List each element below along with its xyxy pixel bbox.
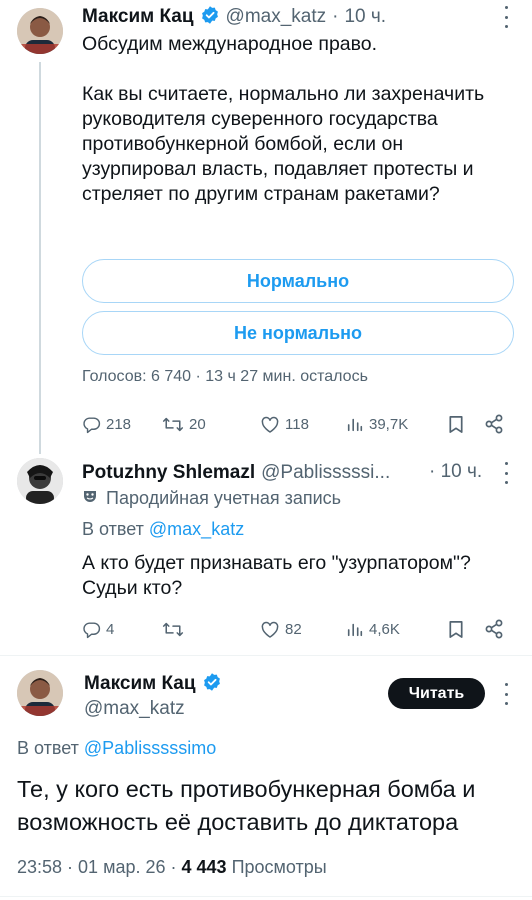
views-button[interactable]: 39,7K: [346, 415, 448, 433]
views-count: 4 443: [181, 857, 227, 877]
repost-count: 20: [189, 415, 206, 433]
tweet-actions: 4 82 4,6K: [82, 617, 512, 641]
author-name[interactable]: Potuzhny Shlemazl: [82, 462, 255, 484]
author-name[interactable]: Максим Кац: [84, 673, 196, 695]
like-button[interactable]: 118: [260, 415, 346, 434]
repost-icon: [162, 417, 184, 431]
like-icon: [261, 621, 279, 638]
repost-icon: [162, 622, 184, 636]
repost-button[interactable]: 20: [162, 415, 260, 434]
views-count: 4,6K: [369, 620, 400, 638]
separator: ·: [332, 6, 339, 27]
author-handle[interactable]: @Pablisssssi...: [261, 462, 390, 484]
avatar[interactable]: [17, 458, 63, 504]
reply-button[interactable]: 218: [82, 415, 162, 434]
tweet-text: А кто будет признавать его "узурпатором"…: [82, 552, 471, 599]
views-label: Просмотры: [231, 857, 327, 877]
tweet-timestamp[interactable]: 23:58 · 01 мар. 26 ·: [17, 857, 176, 877]
share-icon[interactable]: [484, 414, 504, 434]
tweet-header: Максим Кац @max_katz · 10 ч.: [82, 4, 386, 30]
thread-connector-line: [39, 62, 41, 454]
avatar[interactable]: [17, 670, 63, 716]
reply-handle-link[interactable]: @Pablisssssimo: [84, 738, 216, 758]
parody-label-text: Пародийная учетная запись: [106, 488, 342, 508]
parody-label: Пародийная учетная запись: [82, 488, 341, 509]
poll-meta: Голосов: 6 740 · 13 ч 27 мин. осталось: [82, 368, 368, 385]
tweet-time[interactable]: · 10 ч.: [429, 461, 482, 483]
tweet-header: Potuzhny Shlemazl @Pablisssssi...: [82, 460, 390, 486]
author-handle[interactable]: @max_katz: [84, 698, 185, 720]
tweet-text: Те, у кого есть противобункерная бомба и…: [17, 776, 476, 835]
bookmark-icon[interactable]: [448, 415, 484, 434]
bookmark-icon[interactable]: [448, 620, 484, 639]
share-icon[interactable]: [484, 619, 504, 639]
tweet-text: Обсудим международное право. Как вы счит…: [82, 33, 485, 205]
views-icon: [347, 418, 363, 432]
reply-icon: [83, 621, 101, 638]
read-button[interactable]: Читать: [388, 678, 485, 709]
tweet-header: Максим Кац: [84, 672, 222, 696]
more-icon[interactable]: [497, 683, 515, 705]
reply-context: В ответ @max_katz: [82, 519, 244, 540]
verified-badge-icon: [200, 5, 220, 30]
author-handle[interactable]: @max_katz: [226, 6, 327, 28]
reply-icon: [83, 416, 101, 433]
reply-button[interactable]: 4: [82, 620, 162, 639]
like-count: 118: [285, 415, 309, 433]
tweet-meta: 23:58 · 01 мар. 26 · 4 443 Просмотры: [17, 857, 327, 878]
reply-handle-link[interactable]: @max_katz: [149, 519, 244, 539]
reply-count: 4: [106, 620, 115, 638]
like-button[interactable]: 82: [260, 620, 346, 639]
views-count: 39,7K: [369, 415, 409, 433]
parody-mask-icon: [82, 488, 98, 509]
like-icon: [261, 416, 279, 433]
like-count: 82: [285, 620, 302, 638]
tweet-divider: [0, 896, 532, 897]
tweet-actions: 218 20 118 39,7K: [82, 412, 512, 436]
more-icon[interactable]: [497, 6, 515, 28]
reply-context: В ответ @Pablisssssimo: [17, 738, 216, 759]
more-icon[interactable]: [497, 462, 515, 484]
reply-prefix: В ответ: [82, 519, 144, 539]
reply-prefix: В ответ: [17, 738, 79, 758]
views-icon: [347, 623, 363, 637]
poll-option-normal[interactable]: Нормально: [82, 259, 514, 303]
repost-button[interactable]: [162, 620, 260, 639]
views-button[interactable]: 4,6K: [346, 620, 448, 638]
avatar[interactable]: [17, 8, 63, 54]
poll-option-not-normal[interactable]: Не нормально: [82, 311, 514, 355]
verified-badge-icon: [202, 672, 222, 697]
author-name[interactable]: Максим Кац: [82, 6, 194, 28]
tweet-time[interactable]: 10 ч.: [344, 6, 386, 28]
reply-count: 218: [106, 415, 132, 433]
tweet-divider: [0, 655, 532, 656]
